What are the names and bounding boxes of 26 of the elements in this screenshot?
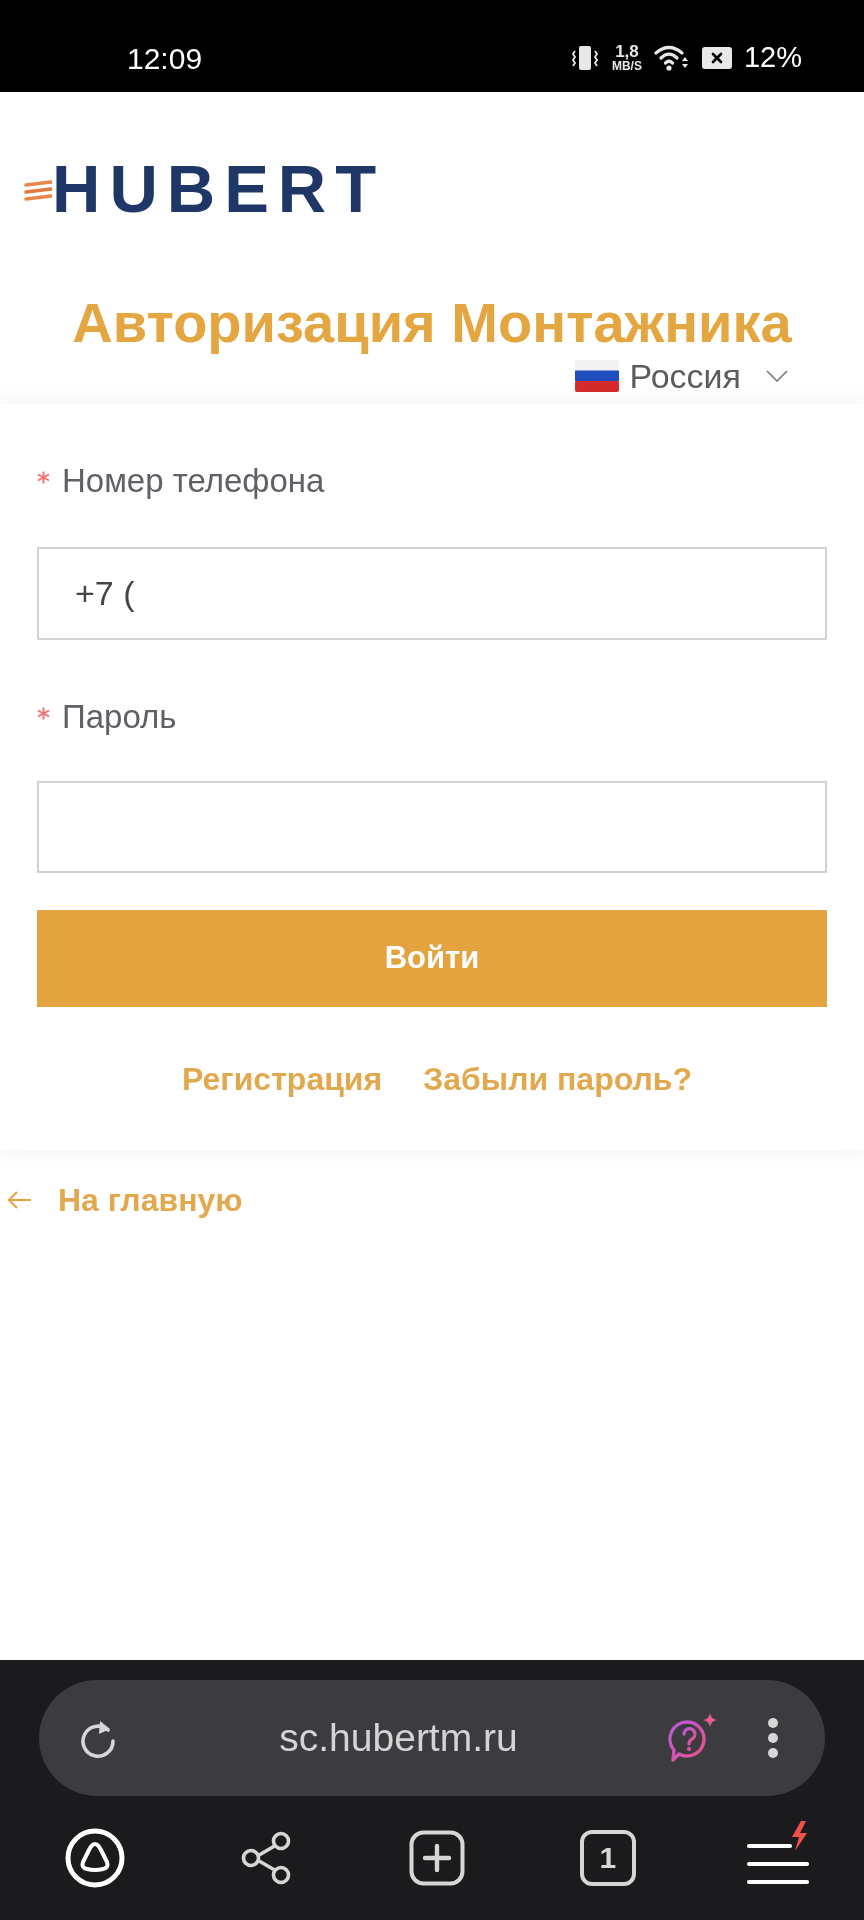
field-label: Номер телефона xyxy=(62,461,325,501)
stripes-icon xyxy=(24,178,52,203)
share-icon[interactable] xyxy=(240,1830,293,1886)
network-speed-value: 1,8 xyxy=(615,43,639,60)
chevron-down-icon xyxy=(766,370,788,382)
vibrate-icon xyxy=(569,43,600,73)
field-label: Пароль xyxy=(62,697,177,737)
url-text[interactable]: sc.hubertm.ru xyxy=(118,1708,665,1768)
network-speed-unit: MB/S xyxy=(611,59,642,73)
arrow-left-icon xyxy=(7,1190,32,1210)
more-options-icon[interactable] xyxy=(767,1717,779,1759)
address-bar[interactable]: sc.hubertm.ru xyxy=(39,1680,825,1796)
tabs-button[interactable]: 1 xyxy=(579,1830,636,1886)
page-title: Авторизация Монтажника xyxy=(71,290,793,356)
flag-icon xyxy=(574,360,619,392)
plus-square-icon[interactable] xyxy=(409,1830,465,1886)
input-field[interactable] xyxy=(37,781,827,873)
clock-time: 12:09 xyxy=(127,40,203,77)
input-field[interactable]: +7 ( xyxy=(37,547,827,640)
triangle-in-circle-icon[interactable] xyxy=(65,1828,126,1888)
logo: HUBERT xyxy=(52,155,386,222)
wifi-icon xyxy=(653,44,690,72)
battery-icon xyxy=(701,47,732,69)
country-select[interactable]: Россия xyxy=(574,356,788,396)
menu-icon[interactable] xyxy=(745,1821,812,1887)
battery-level: 12% xyxy=(743,40,802,76)
